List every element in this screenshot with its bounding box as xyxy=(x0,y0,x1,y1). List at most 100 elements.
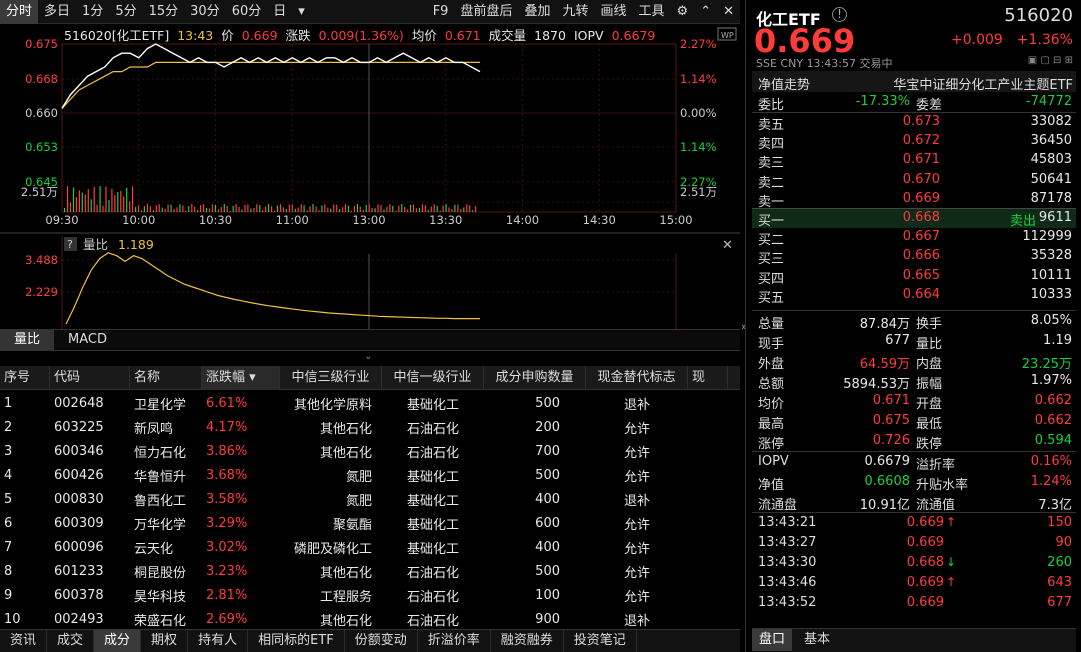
tab-constituents[interactable]: 成分 xyxy=(94,630,142,652)
volume-bar xyxy=(200,205,202,212)
volume-bar xyxy=(321,205,323,212)
vol-tick-right: 2.51万 xyxy=(680,185,717,199)
col-change[interactable]: 涨跌幅 ▾ xyxy=(202,365,280,390)
table-row[interactable]: 4 600426 华鲁恒升 3.68% 氮肥 基础化工 500 允许 xyxy=(0,463,740,487)
volume-bar xyxy=(330,208,332,212)
f9-button[interactable]: F9 xyxy=(427,0,455,24)
book-price[interactable]: 0.664 xyxy=(846,287,940,302)
draw-button[interactable]: 画线 xyxy=(595,0,633,24)
tab-notes[interactable]: 投资笔记 xyxy=(564,630,637,652)
volume-bar xyxy=(362,209,364,212)
volume-bar xyxy=(102,205,104,212)
settings-icon[interactable]: ⚙ xyxy=(671,0,695,24)
y-tick-right: 1.14% xyxy=(680,140,717,154)
expand-icon[interactable]: ⌄ xyxy=(364,351,372,362)
col-index[interactable]: 序号 xyxy=(0,365,50,390)
table-row[interactable]: 5 000830 鲁西化工 3.58% 氮肥 基础化工 400 退补 xyxy=(0,487,740,511)
book-price[interactable]: 0.668 xyxy=(846,210,940,225)
weicha-value: -74772 xyxy=(1025,94,1072,109)
table-row[interactable]: 2 603225 新凤鸣 4.17% 其他石化 石油石化 200 允许 xyxy=(0,415,740,439)
stat-value: 0.594 xyxy=(1034,433,1072,448)
nav-label[interactable]: 净值走势 xyxy=(758,74,810,93)
tab-trades[interactable]: 成交 xyxy=(47,630,95,652)
col-industry3[interactable]: 中信三级行业 xyxy=(280,365,382,390)
tab-options[interactable]: 期权 xyxy=(141,630,189,652)
volume-bar xyxy=(232,205,234,212)
volume-bar xyxy=(75,197,77,212)
tab-5min[interactable]: 5分 xyxy=(109,0,142,24)
book-price[interactable]: 0.667 xyxy=(846,229,940,244)
volume-bar xyxy=(460,208,462,212)
stat-value: 677 xyxy=(885,333,910,348)
book-price[interactable]: 0.672 xyxy=(846,133,940,148)
tab-same-etf[interactable]: 相同标的ETF xyxy=(248,630,345,652)
cell-index: 4 xyxy=(4,467,13,483)
info-icon[interactable]: ! xyxy=(832,7,847,22)
book-price[interactable]: 0.666 xyxy=(846,248,940,263)
tab-orderbook[interactable]: 盘口 xyxy=(752,629,792,651)
book-price[interactable]: 0.673 xyxy=(846,114,940,129)
tab-1min[interactable]: 1分 xyxy=(76,0,109,24)
table-row[interactable]: 3 600346 恒力石化 3.86% 其他石化 石油石化 700 允许 xyxy=(0,439,740,463)
volume-bar xyxy=(303,205,305,212)
col-cash[interactable]: 现金替代标志 xyxy=(586,365,688,390)
col-name[interactable]: 名称 xyxy=(130,365,202,390)
stat-value: 87.84万 xyxy=(859,317,910,332)
collapse-icon[interactable]: ⌃ xyxy=(694,0,717,24)
tab-multiday[interactable]: 多日 xyxy=(38,0,76,24)
stat-value: 10.91亿 xyxy=(859,498,910,513)
ratio-title: 量比 xyxy=(83,237,108,252)
stat-label: 最低 xyxy=(916,417,943,432)
col-more[interactable]: 现 xyxy=(688,365,728,390)
tab-holders[interactable]: 持有人 xyxy=(188,630,249,652)
book-price[interactable]: 0.671 xyxy=(846,152,940,167)
tab-intraday[interactable]: 分时 xyxy=(0,0,39,24)
pre-post-market-button[interactable]: 盘前盘后 xyxy=(454,0,518,24)
volume-bar xyxy=(137,205,140,212)
stat-label: 净值 xyxy=(758,478,785,493)
table-row[interactable]: 6 600309 万华化学 3.29% 聚氨酯 基础化工 600 允许 xyxy=(0,511,740,535)
volume-bar xyxy=(342,207,344,212)
intraday-chart[interactable]: 0.675 2.27% 0.668 1.14% 0.660 0.00% 0.653 1.14%… xyxy=(0,24,740,329)
tab-share-change[interactable]: 份额变动 xyxy=(345,630,418,652)
table-row[interactable]: 9 600378 昊华科技 2.81% 工程服务 石油石化 100 允许 xyxy=(0,583,740,607)
tab-margin[interactable]: 融资融券 xyxy=(491,630,564,652)
table-row[interactable]: 10 002493 荣盛石化 2.69% 其他石化 石油石化 900 退补 xyxy=(0,607,740,631)
stat-value: 5894.53万 xyxy=(843,377,910,392)
col-industry1[interactable]: 中信一级行业 xyxy=(382,365,484,390)
table-row[interactable]: 1 002648 卫星化学 6.61% 其他化学原料 基础化工 500 退补 xyxy=(0,391,740,415)
tab-basic[interactable]: 基本 xyxy=(804,629,830,651)
tab-day[interactable]: 日 xyxy=(267,0,292,24)
volume-bar xyxy=(374,208,376,212)
table-row[interactable]: 8 601233 桐昆股份 3.23% 其他石化 石油石化 500 允许 xyxy=(0,559,740,583)
volume-bar xyxy=(179,204,181,212)
panel-icons[interactable]: ▣ ▢ ⊟ ⊞ xyxy=(1028,55,1073,66)
stat-value: 0.6679 xyxy=(864,454,911,469)
book-price[interactable]: 0.669 xyxy=(846,191,940,206)
tab-news[interactable]: 资讯 xyxy=(0,630,48,652)
table-row[interactable]: 7 600096 云天化 3.02% 磷肥及磷化工 基础化工 400 允许 xyxy=(0,535,740,559)
volume-bar xyxy=(64,208,66,212)
col-qty[interactable]: 成分申购数量 xyxy=(484,365,586,390)
tab-premium[interactable]: 折溢价率 xyxy=(418,630,491,652)
tab-volume-ratio[interactable]: 量比 xyxy=(0,330,55,350)
volume-bar xyxy=(173,209,175,212)
tab-15min[interactable]: 15分 xyxy=(143,0,185,24)
tools-button[interactable]: 工具 xyxy=(633,0,671,24)
tab-macd[interactable]: MACD xyxy=(54,330,121,350)
book-price[interactable]: 0.670 xyxy=(846,172,940,187)
volume-bar xyxy=(469,205,471,212)
ratio-close-icon[interactable]: ✕ xyxy=(722,238,733,253)
stat-value: 0.662 xyxy=(1034,393,1072,408)
tab-60min[interactable]: 60分 xyxy=(226,0,268,24)
table-header: 序号 代码 名称 涨跌幅 ▾ 中信三级行业 中信一级行业 成分申购数量 现金替代… xyxy=(0,365,740,390)
nine-turn-button[interactable]: 九转 xyxy=(556,0,594,24)
book-price[interactable]: 0.665 xyxy=(846,268,940,283)
volume-bar xyxy=(241,209,243,212)
col-code[interactable]: 代码 xyxy=(50,365,130,390)
volume-bar xyxy=(294,208,296,212)
period-dropdown[interactable]: ▾ xyxy=(292,0,311,24)
tab-30min[interactable]: 30分 xyxy=(184,0,226,24)
close-icon[interactable]: ✕ xyxy=(717,0,740,24)
overlay-button[interactable]: 叠加 xyxy=(518,0,556,24)
